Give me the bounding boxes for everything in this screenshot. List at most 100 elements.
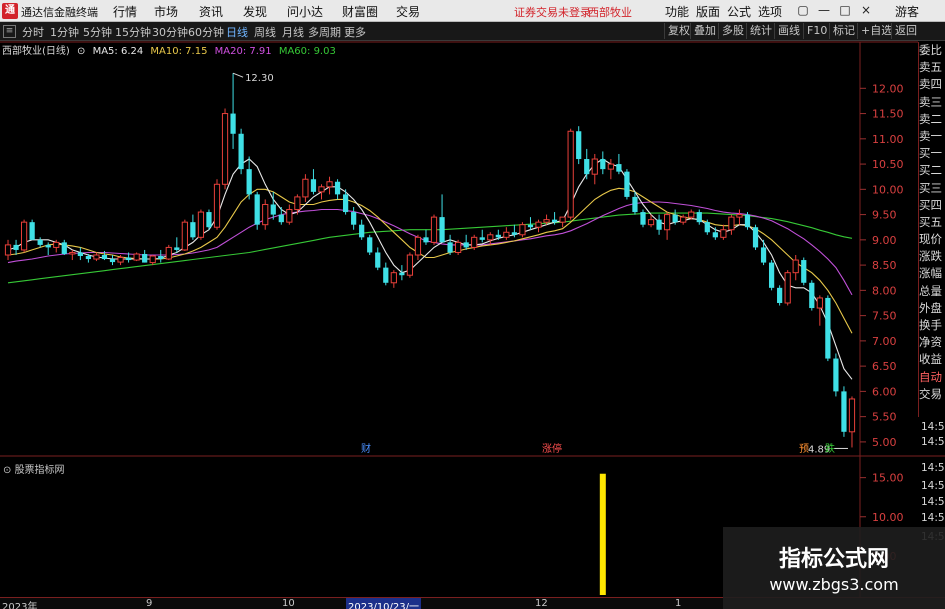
high-pointer: [232, 72, 244, 78]
date-axis-label: 2023年: [2, 602, 38, 609]
candle-body-down: [712, 232, 718, 238]
candle-body-down: [704, 222, 710, 233]
quote-item: 买五: [919, 214, 942, 229]
price-tick-label: 5.50: [872, 411, 897, 424]
time-label: 14:50: [921, 496, 945, 508]
price-tick-label: 6.00: [872, 385, 897, 398]
candle-body-down: [801, 260, 807, 283]
candle-body-up: [181, 221, 188, 251]
candle-body-down: [334, 181, 341, 195]
candle-body-down: [359, 224, 365, 238]
candle-body-down: [447, 242, 453, 253]
price-tick-label: 11.00: [872, 133, 904, 146]
event-tag: 预: [799, 443, 809, 455]
time-label: 14:50: [921, 512, 945, 524]
time-label: 14:50: [921, 480, 945, 492]
candle-body-down: [399, 272, 405, 276]
candle-body-down: [270, 204, 276, 215]
sub-tick-label: 10.00: [872, 511, 904, 524]
quote-item: 自动: [919, 369, 942, 384]
candle-body-down: [230, 113, 236, 134]
candle-body-down: [109, 259, 116, 263]
ma60-line: [7, 212, 853, 284]
kline-chart[interactable]: 12.00 11.50 11.00 10.50 10.00 9.50 9.00 8.50 8.0…: [0, 0, 945, 609]
candle-body-up: [816, 297, 823, 309]
quote-item: 外盘: [919, 300, 942, 315]
candle-body-down: [142, 253, 148, 263]
date-axis-label: 9: [146, 598, 153, 609]
candle-body-up: [728, 216, 735, 231]
candle-body-down: [351, 212, 357, 225]
candle-body-up: [4, 244, 12, 256]
candle-body-up: [736, 214, 743, 218]
candle-body-up: [543, 219, 550, 223]
candle-body-down: [77, 252, 83, 257]
candle-body-down: [254, 194, 260, 225]
candle-body-down: [61, 242, 67, 254]
candle-body-down: [246, 169, 252, 195]
quote-item: 买四: [919, 197, 942, 212]
watermark-title: 指标公式网: [778, 547, 889, 572]
candle-body-up: [149, 255, 156, 264]
candle-body-up: [519, 224, 526, 236]
candles: [4, 73, 856, 448]
candle-body-up: [647, 219, 655, 226]
candle-body-up: [133, 253, 140, 261]
candle-body-down: [206, 212, 212, 228]
candle-body-up: [503, 231, 510, 238]
candle-body-up: [221, 113, 229, 185]
ma-lines: [7, 158, 853, 380]
price-tick-label: 8.50: [872, 259, 897, 272]
candle-body-down: [278, 214, 284, 223]
candle-body-down: [174, 247, 180, 250]
time-label: 14:50: [921, 436, 945, 448]
price-tick-label: 8.00: [872, 284, 897, 297]
quote-item: 现价: [919, 232, 942, 247]
event-tag: 跌: [825, 442, 835, 455]
candle-body-down: [310, 179, 317, 192]
quote-item: 交易: [919, 386, 942, 401]
candle-body-up: [286, 209, 293, 223]
quote-item: 买三: [919, 180, 942, 195]
sub-indicator-title: ⊙ 股票指标网: [3, 465, 65, 476]
sub-bars: [599, 473, 606, 595]
candle-body-up: [664, 214, 671, 231]
price-tick-label: 10.50: [872, 158, 904, 171]
candle-body-down: [760, 247, 767, 263]
date-axis-label: 1: [675, 598, 682, 609]
candle-body-up: [318, 186, 325, 193]
date-axis-label: 12: [535, 598, 548, 609]
candle-body-up: [69, 251, 76, 255]
candle-body-down: [85, 256, 92, 260]
quote-item: 总量: [919, 283, 942, 298]
watermark: 指标公式网 www.zbgs3.com: [723, 527, 945, 609]
candle-body-down: [632, 196, 638, 213]
candle-body-down: [190, 222, 196, 238]
event-tag: 财: [361, 442, 371, 455]
candle-body-down: [423, 237, 429, 243]
candle-body-up: [262, 203, 269, 226]
candle-body-up: [20, 221, 28, 251]
candle-body-up: [390, 272, 397, 284]
sub-bar: [599, 473, 606, 595]
quote-item: 卖五: [919, 60, 942, 75]
candle-body-up: [414, 236, 422, 256]
quote-item: 卖四: [919, 77, 942, 92]
candle-body-down: [367, 237, 373, 253]
event-tag: 涨停: [542, 442, 562, 455]
candle-body-down: [125, 257, 132, 261]
quote-item: 涨幅: [919, 266, 942, 281]
candle-body-up: [784, 272, 791, 304]
date-axis-selected: 2023/10/23/一: [346, 598, 422, 609]
price-tick-label: 9.00: [872, 234, 897, 247]
candle-body-down: [463, 242, 469, 248]
candle-body-down: [29, 222, 35, 240]
quote-item: 卖一: [919, 128, 942, 143]
time-label: 14:50: [921, 421, 945, 433]
candle-body-down: [825, 297, 831, 359]
candle-body-up: [326, 181, 333, 188]
candle-body-down: [495, 234, 501, 238]
candle-body-down: [841, 391, 847, 432]
candle-body-up: [535, 221, 542, 228]
quote-item: 净资: [919, 335, 942, 350]
